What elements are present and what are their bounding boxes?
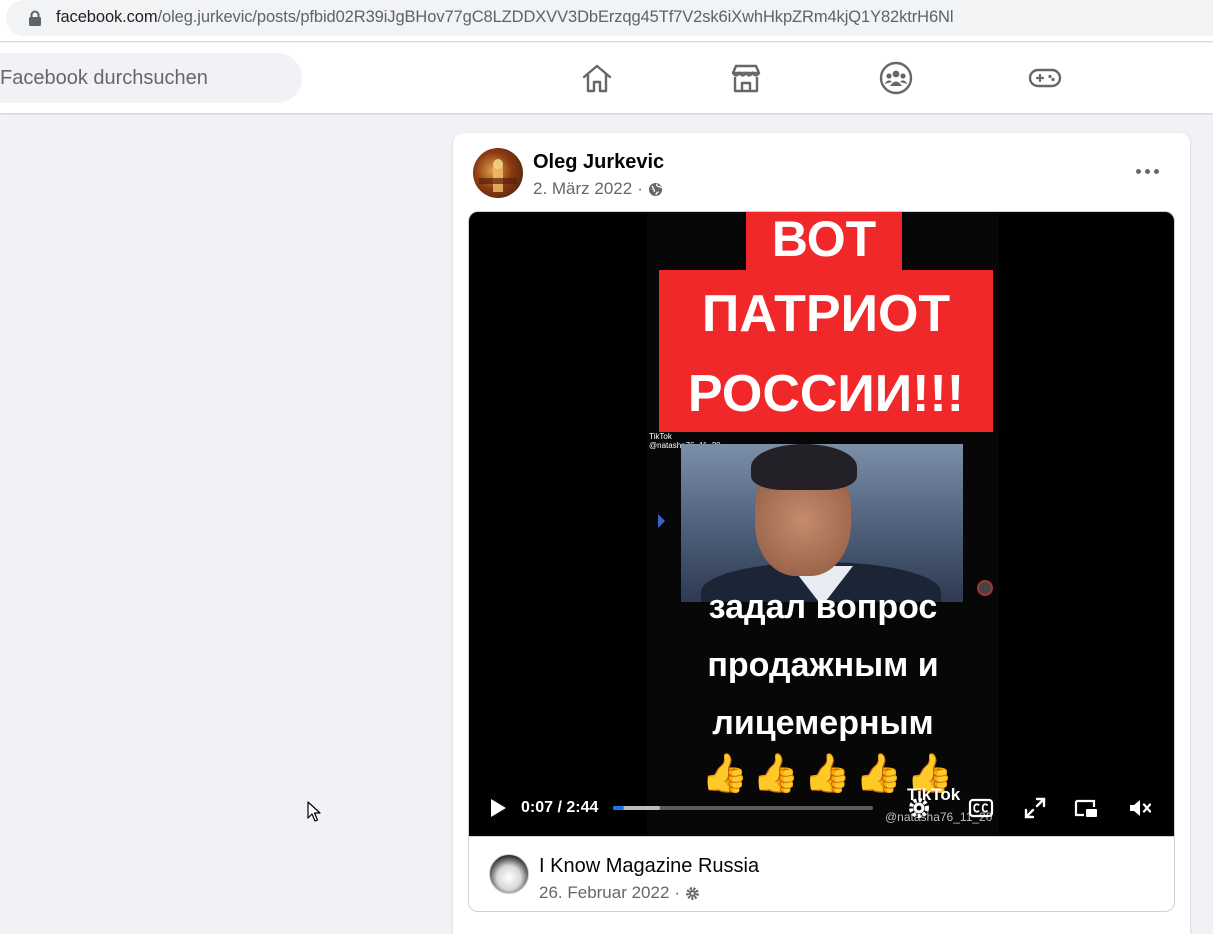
avatar-image [479, 159, 517, 192]
search-input[interactable] [0, 53, 290, 103]
gaming-icon[interactable] [1027, 60, 1063, 96]
duration: 2:44 [566, 799, 599, 816]
url-text: facebook.com/oleg.jurkevic/posts/pfbid02… [56, 8, 954, 27]
source-meta-separator: · [674, 883, 681, 902]
mouse-cursor-icon [307, 801, 321, 822]
captions-icon[interactable] [965, 792, 997, 824]
lock-icon [29, 10, 41, 26]
mute-icon[interactable] [1124, 792, 1156, 824]
facebook-top-nav [0, 43, 1213, 113]
play-icon[interactable] [481, 792, 513, 824]
fullscreen-icon[interactable] [1019, 792, 1051, 824]
globe-icon [648, 182, 662, 196]
subtitle-line-1: задал вопрос [708, 588, 938, 626]
source-attribution: I Know Magazine Russia 26. Februar 2022 … [469, 836, 1174, 911]
banner-line-2: ПАТРИОТ [701, 285, 951, 343]
time-display: 0:07 / 2:44 [521, 799, 598, 817]
url-field[interactable]: facebook.com/oleg.jurkevic/posts/pfbid02… [6, 0, 1213, 36]
picture-in-picture-icon[interactable] [1070, 792, 1102, 824]
side-arrow-icon [658, 514, 665, 528]
subtitle-line-3: лицемерным [712, 704, 934, 742]
source-date[interactable]: 26. Februar 2022 [539, 883, 669, 903]
meta-separator: · [637, 179, 643, 198]
person-hair [751, 444, 857, 490]
source-avatar[interactable] [489, 854, 529, 894]
post-author-name[interactable]: Oleg Jurkevic [533, 151, 664, 174]
more-options-icon[interactable] [1133, 157, 1161, 185]
post-meta: 2. März 2022 · [533, 179, 663, 199]
source-name[interactable]: I Know Magazine Russia [539, 855, 759, 878]
current-time: 0:07 [521, 799, 554, 816]
banner-line-1: ВОТ [771, 211, 877, 267]
progress-played [613, 806, 625, 810]
post-date[interactable]: 2. März 2022 [533, 179, 632, 199]
time-separator: / [553, 799, 567, 816]
video-inset-person [681, 444, 963, 602]
source-meta: 26. Februar 2022 · [539, 883, 700, 903]
url-host: facebook.com [56, 8, 158, 26]
post-card: Oleg Jurkevic 2. März 2022 · ВОТ ПАТРИОТ… [453, 133, 1190, 934]
gear-icon [686, 886, 699, 900]
groups-icon[interactable] [878, 60, 914, 96]
shared-video-box: ВОТ ПАТРИОТ РОССИИ!!! TikTok @natasha76_… [468, 211, 1175, 912]
subtitle-line-2: продажным и [707, 646, 939, 684]
tiktok-small-brand: TikTok [649, 432, 672, 441]
video-player[interactable]: ВОТ ПАТРИОТ РОССИИ!!! TikTok @natasha76_… [469, 211, 1174, 836]
browser-address-bar: facebook.com/oleg.jurkevic/posts/pfbid02… [0, 0, 1213, 42]
author-avatar[interactable] [473, 148, 523, 198]
home-icon[interactable] [579, 60, 615, 96]
marketplace-icon[interactable] [728, 60, 764, 96]
banner-line-3: РОССИИ!!! [687, 365, 965, 423]
video-controls: 0:07 / 2:44 [469, 782, 1174, 836]
settings-gear-icon[interactable] [903, 792, 935, 824]
progress-bar[interactable] [613, 806, 873, 810]
url-path: /oleg.jurkevic/posts/pfbid02R39iJgBHov77… [157, 8, 954, 26]
search-box [0, 53, 302, 103]
